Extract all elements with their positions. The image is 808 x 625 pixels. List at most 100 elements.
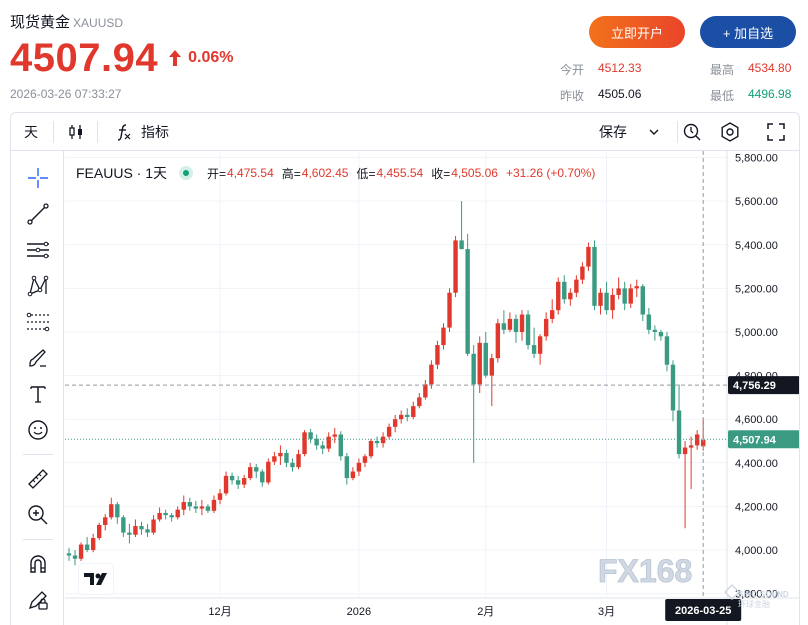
candle-body — [598, 292, 603, 306]
crosshair-icon[interactable] — [23, 163, 53, 193]
candle-body — [634, 286, 639, 289]
fx168-sub-line2: 环球金融 — [738, 599, 770, 609]
change-percent: 0.06% — [188, 49, 234, 66]
chart-toolbar: 天 指标 保存 — [11, 113, 799, 151]
horizontal-lines-icon[interactable] — [23, 235, 53, 265]
candle-body — [604, 292, 609, 311]
candle-body — [254, 467, 259, 472]
toolbar-divider — [677, 121, 678, 143]
candle-body — [688, 445, 694, 448]
stat-low: 最低 4496.98 — [710, 87, 792, 103]
candle-body — [229, 475, 235, 481]
candle-body — [694, 434, 700, 446]
interval-selector[interactable]: 天 — [24, 113, 38, 151]
lock-pencil-icon[interactable] — [23, 585, 53, 615]
candle-body — [344, 456, 350, 479]
y-tick-label: 5,600.00 — [735, 196, 778, 208]
trend-line-icon[interactable] — [23, 199, 53, 229]
magnet-icon[interactable] — [23, 549, 53, 579]
drawing-toolbar — [11, 151, 64, 625]
candle-type-icon[interactable] — [67, 113, 85, 151]
candle-body — [199, 506, 205, 509]
candle-body — [205, 506, 211, 511]
candle-body — [483, 342, 488, 376]
y-tick-label: 5,800.00 — [735, 153, 778, 165]
candle-body — [211, 499, 217, 511]
candle-body — [519, 314, 525, 332]
settings-gear-icon[interactable] — [719, 113, 741, 151]
candle-body — [296, 454, 301, 468]
candle-body — [84, 544, 90, 551]
quote-datetime: 2026-03-26 07:33:27 — [10, 87, 122, 101]
candle-body — [453, 240, 458, 293]
candle-body — [441, 327, 446, 346]
fullscreen-icon[interactable] — [767, 113, 785, 151]
x-tick-label: 12月 — [208, 606, 231, 618]
toolbar-divider — [53, 121, 54, 143]
fx168-brand: FX168 — [598, 553, 692, 589]
save-dropdown[interactable]: 保存 — [599, 113, 659, 151]
open-account-button[interactable]: 立即开户 — [589, 16, 685, 48]
candle-body — [115, 504, 120, 518]
market-status-icon — [179, 166, 194, 180]
candle-body — [97, 524, 102, 539]
candle-body — [423, 384, 428, 398]
candle-body — [290, 462, 295, 468]
toolbar-divider — [97, 121, 98, 143]
legend-symbol[interactable]: FEAUUS · 1天 — [76, 163, 167, 183]
x-tick-label: 2026 — [347, 606, 371, 618]
candle-body — [429, 364, 434, 385]
candle-body — [568, 292, 573, 300]
instrument-symbol: XAUUSD — [73, 16, 124, 30]
candle-body — [652, 329, 658, 332]
candle-body — [670, 364, 676, 411]
indicators-label: 指标 — [141, 124, 169, 140]
candle-body — [537, 336, 543, 354]
candle-body — [272, 456, 277, 462]
y-tick-label: 4,600.00 — [735, 414, 778, 426]
candle-body — [646, 314, 652, 330]
candle-body — [145, 529, 150, 533]
candle-body — [235, 480, 241, 485]
add-watchlist-button[interactable]: + 加自选 — [700, 16, 796, 48]
stat-open: 今开 4512.33 — [560, 61, 642, 77]
candle-body — [471, 353, 476, 385]
ruler-icon[interactable] — [23, 464, 53, 494]
emoji-icon[interactable] — [23, 415, 53, 445]
fx168-diamond-icon — [723, 583, 741, 601]
candle-body — [477, 342, 482, 385]
candle-body — [574, 279, 579, 293]
candle-body — [350, 471, 356, 479]
candle-body — [356, 462, 362, 472]
zoom-in-icon[interactable] — [23, 500, 53, 530]
brush-icon[interactable] — [23, 343, 53, 373]
candle-body — [682, 447, 688, 455]
price-tag-label: 4,507.94 — [733, 434, 777, 446]
candle-body — [392, 419, 398, 427]
tradingview-logo-icon[interactable] — [79, 564, 113, 594]
fib-icon[interactable] — [23, 307, 53, 337]
candle-body — [435, 345, 440, 365]
candle-body — [241, 478, 247, 485]
arrow-up-icon — [169, 50, 182, 66]
stat-high: 最高 4534.80 — [710, 61, 792, 77]
indicators-button[interactable]: 指标 — [115, 113, 169, 151]
quick-search-icon[interactable] — [682, 113, 702, 151]
y-tick-label: 4,400.00 — [735, 458, 778, 470]
candle-body — [664, 336, 670, 365]
candle-body — [374, 441, 380, 444]
candle-body — [284, 452, 289, 463]
candle-body — [459, 240, 464, 250]
function-icon — [117, 124, 131, 141]
candle-body — [525, 314, 531, 346]
pattern-icon[interactable] — [23, 271, 53, 301]
price-tag-label: 4,756.29 — [733, 380, 776, 392]
candle-body — [133, 526, 138, 535]
candle-body — [217, 493, 223, 500]
candle-body — [90, 538, 96, 551]
candle-body — [308, 432, 313, 439]
candle-body — [66, 553, 72, 556]
text-icon[interactable] — [23, 379, 53, 409]
candle-body — [139, 526, 144, 530]
candle-body — [338, 434, 343, 457]
